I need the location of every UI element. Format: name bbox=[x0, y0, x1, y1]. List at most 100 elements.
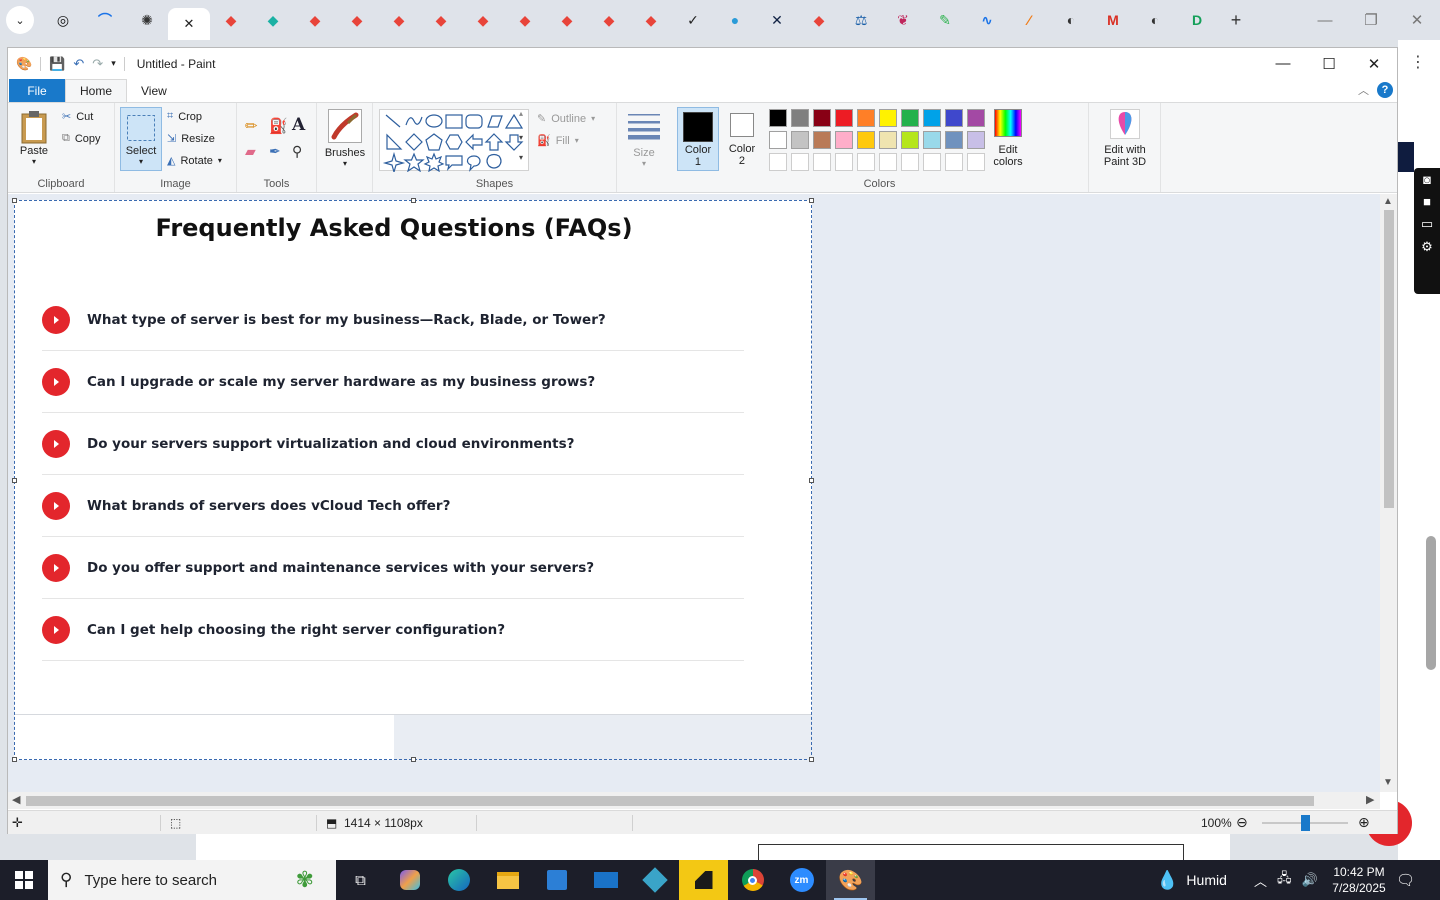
zoom-out-icon[interactable]: ⊖ bbox=[1236, 814, 1248, 831]
browser-tab[interactable]: M bbox=[1092, 4, 1134, 36]
help-icon[interactable]: ? bbox=[1377, 82, 1393, 98]
browser-minimize-icon[interactable]: — bbox=[1302, 0, 1348, 40]
color-swatch[interactable] bbox=[835, 109, 853, 127]
browser-tab[interactable]: ◆ bbox=[504, 4, 546, 36]
canvas[interactable]: Frequently Asked Questions (FAQs) What t… bbox=[14, 200, 812, 761]
network-icon[interactable]: 🖧 bbox=[1277, 869, 1292, 891]
close-icon[interactable]: ✕ bbox=[1351, 48, 1397, 79]
browser-tab[interactable]: ◆ bbox=[462, 4, 504, 36]
selection-handle[interactable] bbox=[12, 198, 17, 203]
selection-handle[interactable] bbox=[411, 757, 416, 762]
rotate-button[interactable]: ◭ Rotate ▾ bbox=[167, 154, 222, 168]
scroll-left-icon[interactable]: ◀ bbox=[12, 793, 20, 806]
color-swatch[interactable] bbox=[901, 109, 919, 127]
scroll-down-icon[interactable]: ▼ bbox=[1383, 777, 1393, 788]
selection-handle[interactable] bbox=[809, 478, 814, 483]
crop-button[interactable]: ⌗ Crop bbox=[167, 110, 202, 123]
browser-tab[interactable]: ● bbox=[714, 4, 756, 36]
magnifier-icon[interactable]: ⚲ bbox=[292, 143, 302, 160]
color-swatch[interactable] bbox=[945, 109, 963, 127]
clock[interactable]: 10:42 PM 7/28/2025 bbox=[1322, 860, 1396, 900]
browser-tab[interactable]: ◐ bbox=[1134, 4, 1176, 36]
collapse-ribbon-icon[interactable]: ︿ bbox=[1358, 82, 1369, 98]
file-explorer-icon[interactable] bbox=[483, 860, 532, 900]
background-scrollbar-thumb[interactable] bbox=[1426, 536, 1436, 670]
copilot-icon[interactable] bbox=[385, 860, 434, 900]
scroll-up-icon[interactable]: ▲ bbox=[1383, 196, 1393, 207]
chrome-icon[interactable] bbox=[728, 860, 777, 900]
custom-color-slot[interactable] bbox=[923, 153, 941, 171]
color-swatch[interactable] bbox=[923, 131, 941, 149]
zoom-icon[interactable]: zm bbox=[777, 860, 826, 900]
paste-button[interactable]: Paste ▾ bbox=[14, 109, 54, 166]
cube-app-icon[interactable] bbox=[630, 860, 679, 900]
custom-color-slot[interactable] bbox=[945, 153, 963, 171]
color-swatch[interactable] bbox=[967, 131, 985, 149]
customize-quick-access-icon[interactable]: ▾ bbox=[111, 58, 116, 69]
notifications-icon[interactable]: 🗨 bbox=[1396, 860, 1420, 900]
browser-tab[interactable]: ⌒ bbox=[84, 4, 126, 36]
selection-handle[interactable] bbox=[809, 198, 814, 203]
color-swatch[interactable] bbox=[901, 131, 919, 149]
browser-tab[interactable]: ◆ bbox=[252, 4, 294, 36]
browser-tab[interactable]: ✎ bbox=[924, 4, 966, 36]
select-button[interactable]: Select ▾ bbox=[120, 107, 162, 171]
outline-dropdown-icon[interactable]: ▾ bbox=[591, 114, 595, 123]
brushes-button[interactable]: Brushes ▾ bbox=[323, 109, 367, 168]
selection-handle[interactable] bbox=[12, 757, 17, 762]
selection-handle[interactable] bbox=[411, 198, 416, 203]
color-swatch[interactable] bbox=[791, 109, 809, 127]
shapes-expand-icon[interactable]: ▾ bbox=[519, 153, 523, 162]
selection-handle[interactable] bbox=[12, 478, 17, 483]
browser-menu-icon[interactable]: ⋮ bbox=[1410, 52, 1426, 72]
text-icon[interactable]: A bbox=[292, 115, 305, 135]
vertical-scrollbar[interactable]: ▲ ▼ bbox=[1380, 194, 1397, 792]
fill-bucket-icon[interactable]: ⛽ bbox=[269, 117, 288, 135]
video-icon[interactable]: ■ bbox=[1423, 194, 1431, 209]
taskbar-search-box[interactable]: ⚲ Type here to search ✾ bbox=[48, 860, 336, 900]
tray-chevron-icon[interactable]: ︿ bbox=[1254, 871, 1267, 890]
color-swatch[interactable] bbox=[923, 109, 941, 127]
scroll-right-icon[interactable]: ▶ bbox=[1366, 793, 1374, 806]
browser-tab[interactable]: D bbox=[1176, 4, 1218, 36]
outline-button[interactable]: ✎ Outline ▾ bbox=[537, 112, 595, 126]
color-swatch[interactable] bbox=[813, 131, 831, 149]
custom-color-slot[interactable] bbox=[901, 153, 919, 171]
paint-taskbar-icon[interactable]: 🎨 bbox=[826, 860, 875, 900]
size-dropdown-icon[interactable]: ▾ bbox=[642, 159, 646, 168]
color-swatch[interactable] bbox=[857, 131, 875, 149]
vertical-scroll-thumb[interactable] bbox=[1384, 210, 1394, 508]
start-button[interactable] bbox=[0, 860, 48, 900]
camera-icon[interactable]: ◙ bbox=[1423, 172, 1431, 187]
color1-button[interactable]: Color 1 bbox=[677, 107, 719, 171]
edit-colors-button[interactable]: Edit colors bbox=[985, 109, 1031, 168]
window-icon[interactable]: ▭ bbox=[1421, 216, 1433, 232]
custom-color-slot[interactable] bbox=[879, 153, 897, 171]
color-swatch[interactable] bbox=[835, 131, 853, 149]
pencil-icon[interactable]: ✏ bbox=[245, 117, 258, 135]
zoom-slider-thumb[interactable] bbox=[1301, 815, 1310, 831]
color-swatch[interactable] bbox=[879, 131, 897, 149]
volume-icon[interactable]: 🔊 bbox=[1302, 872, 1318, 888]
paste-dropdown-icon[interactable]: ▾ bbox=[32, 157, 36, 166]
browser-tab[interactable]: ⁄ bbox=[1008, 4, 1050, 36]
color-swatch[interactable] bbox=[879, 109, 897, 127]
redo-icon[interactable]: ↷ bbox=[92, 56, 103, 72]
browser-tab[interactable]: ◆ bbox=[336, 4, 378, 36]
tab-search-dropdown-icon[interactable]: ⌄ bbox=[6, 6, 34, 34]
color-swatch[interactable] bbox=[791, 131, 809, 149]
color-swatch[interactable] bbox=[813, 109, 831, 127]
gear-icon[interactable]: ⚙ bbox=[1421, 239, 1433, 255]
brushes-dropdown-icon[interactable]: ▾ bbox=[343, 159, 347, 168]
browser-tab[interactable]: ◆ bbox=[294, 4, 336, 36]
browser-tab[interactable]: ◆ bbox=[546, 4, 588, 36]
maximize-icon[interactable]: ☐ bbox=[1306, 48, 1352, 79]
color-swatch[interactable] bbox=[769, 109, 787, 127]
shapes-gallery[interactable] bbox=[379, 109, 529, 175]
tab-file[interactable]: File bbox=[9, 79, 65, 102]
copy-button[interactable]: ⧉ Copy bbox=[62, 132, 101, 145]
browser-tab[interactable]: ◐ bbox=[1050, 4, 1092, 36]
browser-tab[interactable]: ∿ bbox=[966, 4, 1008, 36]
color-swatch[interactable] bbox=[857, 109, 875, 127]
shapes-scroll-up-icon[interactable]: ▴ bbox=[519, 109, 523, 118]
